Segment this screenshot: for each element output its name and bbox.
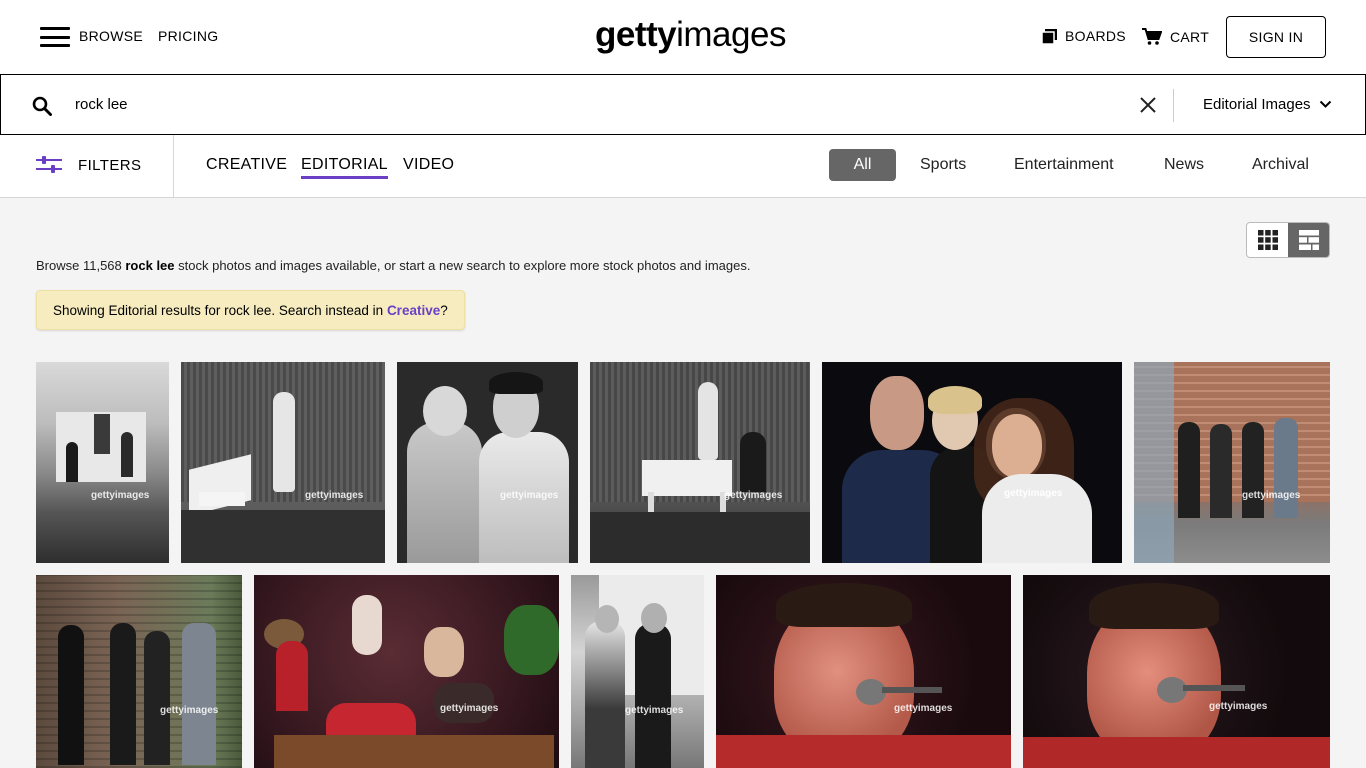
- pricing-link[interactable]: PRICING: [158, 28, 218, 44]
- sign-in-button[interactable]: SIGN IN: [1226, 16, 1326, 58]
- watermark-text: gettyimages: [91, 490, 150, 501]
- image-type-label: Editorial Images: [1203, 96, 1311, 113]
- filter-divider: [173, 135, 174, 198]
- close-icon[interactable]: [1139, 96, 1157, 114]
- results-summary: Browse 11,568 rock lee stock photos and …: [36, 258, 750, 273]
- menu-icon[interactable]: [40, 27, 70, 47]
- mosaic-view-button[interactable]: [1288, 223, 1329, 257]
- watermark-text: gettyimages: [440, 703, 499, 714]
- grid-view-button[interactable]: [1247, 223, 1288, 257]
- watermark-text: gettyimages: [305, 490, 364, 501]
- mosaic-view-icon: [1298, 230, 1319, 250]
- result-image-4[interactable]: gettyimages: [590, 362, 810, 563]
- category-all[interactable]: All: [829, 149, 896, 181]
- filters-button[interactable]: FILTERS: [36, 156, 141, 174]
- boards-label: BOARDS: [1065, 28, 1126, 44]
- tab-video[interactable]: VIDEO: [403, 156, 454, 176]
- chevron-down-icon: [1319, 100, 1331, 108]
- filters-label: FILTERS: [78, 156, 142, 174]
- category-sports[interactable]: Sports: [920, 156, 966, 174]
- creative-search-link[interactable]: Creative: [387, 303, 440, 318]
- watermark-text: gettyimages: [1209, 701, 1268, 712]
- results-suffix: stock photos and images available, or st…: [174, 258, 751, 273]
- results-prefix: Browse 11,568: [36, 258, 126, 273]
- top-header: BROWSE PRICING gettyimages BOARDS CART S…: [0, 0, 1366, 74]
- tab-creative[interactable]: CREATIVE: [206, 156, 287, 176]
- gettyimages-logo[interactable]: gettyimages: [595, 14, 786, 56]
- category-news[interactable]: News: [1164, 156, 1204, 174]
- result-image-5[interactable]: gettyimages: [822, 362, 1122, 563]
- search-divider: [1173, 89, 1174, 122]
- result-image-3[interactable]: gettyimages: [397, 362, 578, 563]
- view-toggle: [1246, 222, 1330, 258]
- filter-bar: FILTERS CREATIVE EDITORIAL VIDEO All Spo…: [0, 135, 1366, 198]
- cart-link[interactable]: CART: [1142, 28, 1209, 45]
- logo-bold: getty: [595, 15, 677, 54]
- cart-label: CART: [1170, 28, 1210, 45]
- category-entertainment[interactable]: Entertainment: [1014, 156, 1114, 174]
- watermark-text: gettyimages: [1004, 488, 1063, 499]
- result-image-1[interactable]: gettyimages: [36, 362, 169, 563]
- result-image-6[interactable]: gettyimages: [1134, 362, 1330, 563]
- watermark-text: gettyimages: [160, 705, 219, 716]
- result-image-9[interactable]: gettyimages: [571, 575, 704, 768]
- watermark-text: gettyimages: [500, 490, 559, 501]
- result-image-8[interactable]: gettyimages: [254, 575, 559, 768]
- watermark-text: gettyimages: [894, 703, 953, 714]
- result-image-11[interactable]: gettyimages: [1023, 575, 1330, 768]
- grid-view-icon: [1257, 230, 1278, 250]
- results-query: rock lee: [125, 258, 175, 273]
- watermark-text: gettyimages: [625, 705, 684, 716]
- watermark-text: gettyimages: [1242, 490, 1301, 501]
- filters-icon: [36, 156, 62, 173]
- search-input[interactable]: [75, 89, 1115, 119]
- tab-editorial[interactable]: EDITORIAL: [301, 156, 388, 179]
- search-icon[interactable]: [32, 96, 52, 116]
- boards-link[interactable]: BOARDS: [1042, 28, 1126, 44]
- result-image-7[interactable]: gettyimages: [36, 575, 242, 768]
- category-archival[interactable]: Archival: [1252, 156, 1309, 174]
- watermark-text: gettyimages: [724, 490, 783, 501]
- notice-text: Showing Editorial results for rock lee. …: [53, 302, 384, 318]
- result-image-10[interactable]: gettyimages: [716, 575, 1011, 768]
- cart-icon: [1142, 28, 1162, 45]
- boards-icon: [1042, 28, 1057, 44]
- browse-link[interactable]: BROWSE: [79, 28, 143, 44]
- notice-suffix: ?: [440, 302, 448, 318]
- editorial-notice: Showing Editorial results for rock lee. …: [36, 290, 465, 330]
- logo-light: images: [676, 15, 786, 54]
- image-type-select[interactable]: Editorial Images: [1203, 96, 1332, 113]
- result-image-2[interactable]: gettyimages: [181, 362, 385, 563]
- search-bar: Editorial Images: [0, 74, 1366, 135]
